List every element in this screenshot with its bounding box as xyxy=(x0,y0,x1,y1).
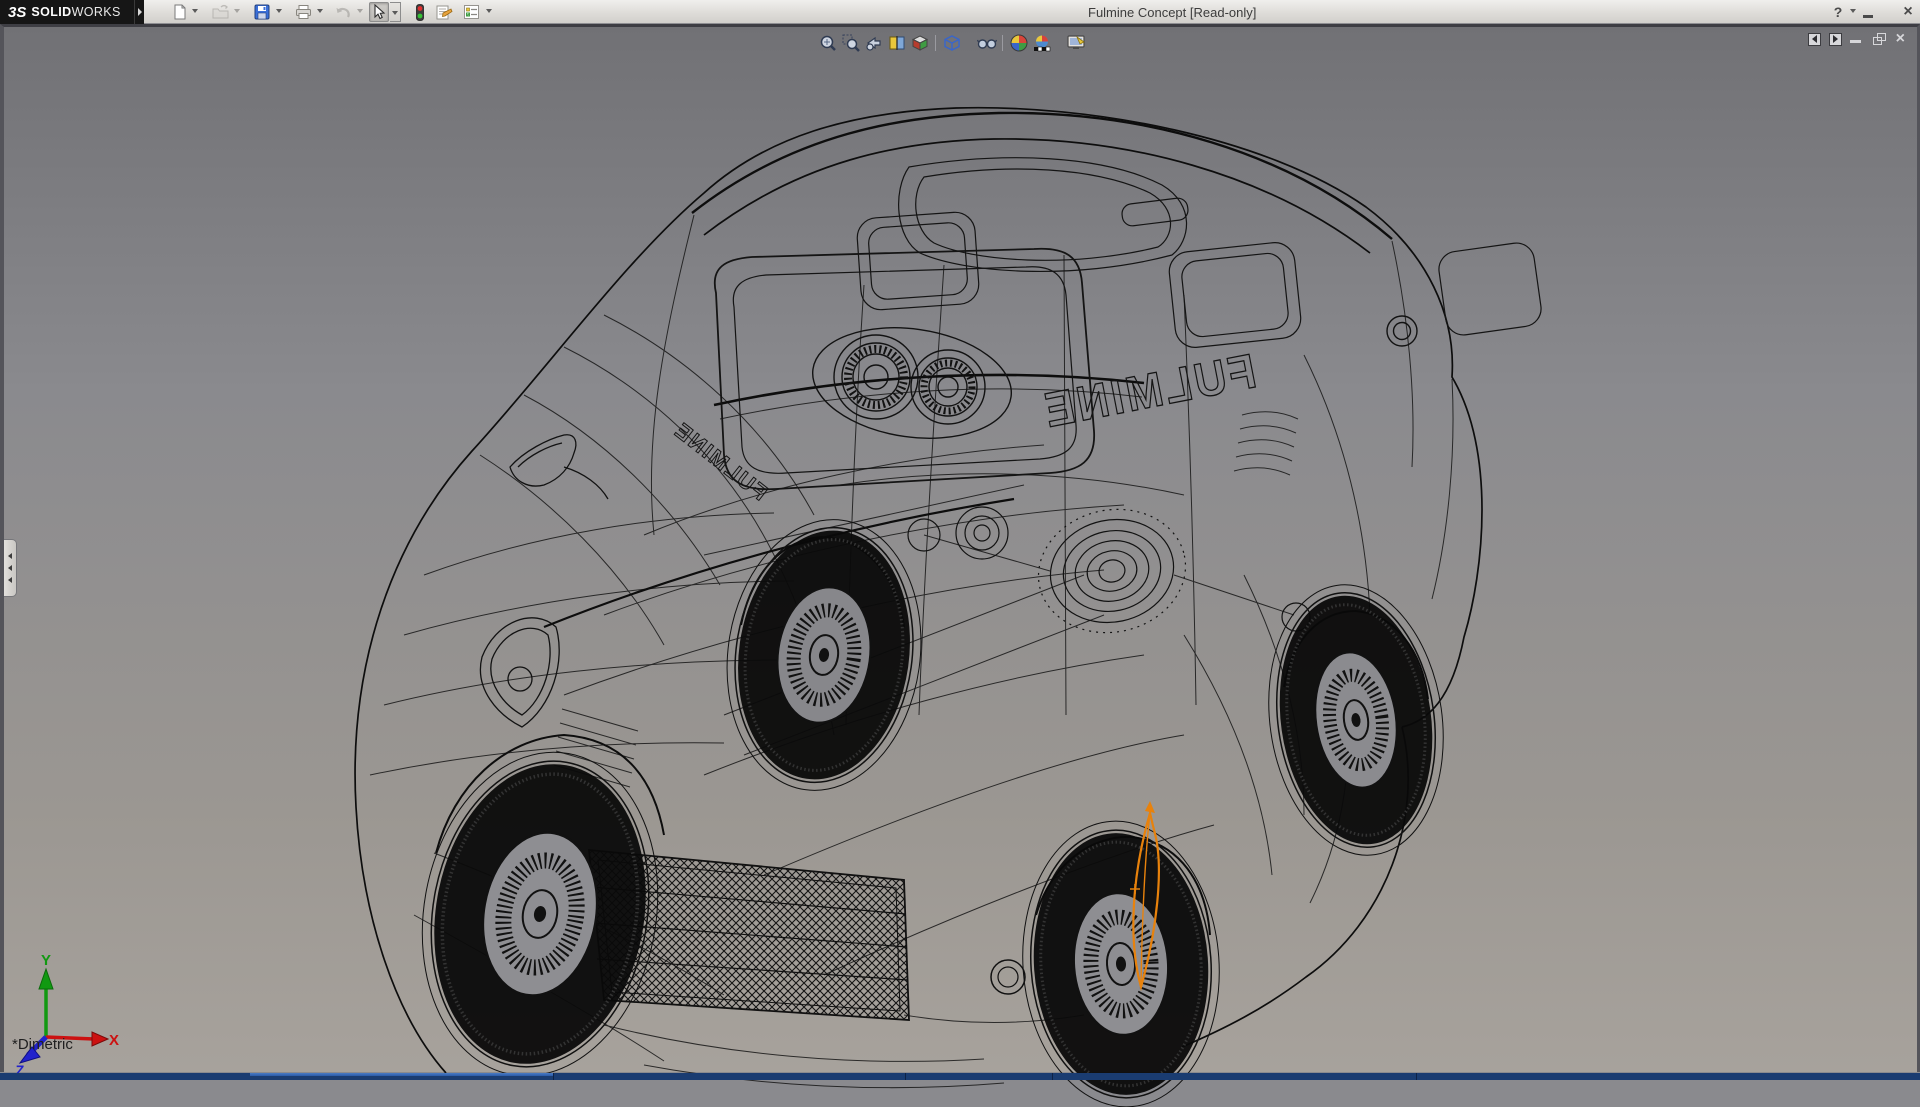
solidworks-logo: 3S SOLID WORKS xyxy=(0,0,134,24)
document-close-button[interactable]: × xyxy=(1896,32,1905,46)
undo-dropdown-caret[interactable] xyxy=(357,9,365,17)
toolbar-separator xyxy=(935,35,936,51)
window-minimize-button[interactable] xyxy=(1860,2,1876,22)
roof-and-rear-window xyxy=(715,158,1544,489)
taskbar-edge-strip xyxy=(0,1073,1920,1080)
svg-text:Y: Y xyxy=(41,952,51,969)
help-button[interactable]: ? xyxy=(1830,2,1846,22)
model-name-text-side: FULMINE xyxy=(669,417,772,506)
open-document-button[interactable] xyxy=(210,2,230,22)
print-dropdown-caret[interactable] xyxy=(317,9,325,17)
wheel-rear-right xyxy=(1252,573,1460,866)
apply-scene-icon[interactable] xyxy=(1030,32,1053,54)
view-orientation-label: *Dimetric xyxy=(12,1036,73,1053)
document-window-controls: × xyxy=(1808,32,1905,46)
view-settings-icon[interactable] xyxy=(1065,32,1088,54)
edit-appearance-icon[interactable] xyxy=(1007,32,1030,54)
collapse-pane-right-button[interactable] xyxy=(1829,33,1842,46)
wireframe-car-model[interactable]: FULMINE FULMINE Y X Z xyxy=(4,27,1920,1107)
dassault-3s-mark: 3S xyxy=(8,4,26,21)
new-dropdown-caret[interactable] xyxy=(192,9,200,17)
zoom-to-area-icon[interactable] xyxy=(839,32,862,54)
help-dropdown-caret[interactable] xyxy=(1850,9,1858,17)
wheel-rear-left xyxy=(710,507,938,803)
view-orientation-icon[interactable] xyxy=(908,32,931,54)
headsup-view-toolbar xyxy=(816,30,1088,56)
select-tool-button[interactable] xyxy=(369,2,389,22)
options-button[interactable] xyxy=(461,2,481,22)
undo-button[interactable] xyxy=(333,2,353,22)
mirror-and-lamp xyxy=(480,435,608,727)
rebuild-traffic-light-button[interactable] xyxy=(410,2,430,22)
hide-show-items-icon[interactable] xyxy=(975,32,998,54)
window-close-button[interactable]: × xyxy=(1900,2,1916,22)
collapse-arrow-icon xyxy=(8,577,12,583)
menu-flyout-arrow[interactable] xyxy=(134,0,144,24)
window-title: Fulmine Concept [Read-only] xyxy=(1088,5,1256,20)
options-dropdown-caret[interactable] xyxy=(486,9,494,17)
display-style-icon[interactable] xyxy=(940,32,963,54)
collapse-pane-left-button[interactable] xyxy=(1808,33,1821,46)
file-properties-button[interactable] xyxy=(434,2,454,22)
drivetrain-detail xyxy=(908,496,1310,646)
open-dropdown-caret[interactable] xyxy=(234,9,242,17)
svg-text:X: X xyxy=(109,1032,119,1049)
save-button[interactable] xyxy=(252,2,272,22)
taskbar-highlight-segment xyxy=(250,1073,553,1076)
title-bar: 3S SOLID WORKS Fulmine Concept [Read-onl… xyxy=(0,0,1920,24)
toolbar-separator xyxy=(1002,35,1003,51)
wheel-front-right xyxy=(1013,815,1228,1107)
new-document-button[interactable] xyxy=(170,2,190,22)
feature-pane-flyout-tab[interactable] xyxy=(4,539,17,597)
svg-text:FULMINE: FULMINE xyxy=(669,417,772,506)
zoom-to-fit-icon[interactable] xyxy=(816,32,839,54)
reference-triad: Y X Z xyxy=(16,952,119,1078)
graphics-viewport[interactable]: FULMINE FULMINE Y X Z xyxy=(0,24,1920,1072)
collapse-arrow-icon xyxy=(8,565,12,571)
collapse-arrow-icon xyxy=(8,553,12,559)
document-minimize-button[interactable] xyxy=(1850,32,1864,46)
print-button[interactable] xyxy=(293,2,313,22)
section-view-icon[interactable] xyxy=(885,32,908,54)
document-restore-button[interactable] xyxy=(1872,32,1888,46)
save-dropdown-caret[interactable] xyxy=(276,9,284,17)
previous-view-icon[interactable] xyxy=(862,32,885,54)
select-dropdown-caret[interactable] xyxy=(390,2,401,22)
wheel-front-left xyxy=(397,733,682,1094)
